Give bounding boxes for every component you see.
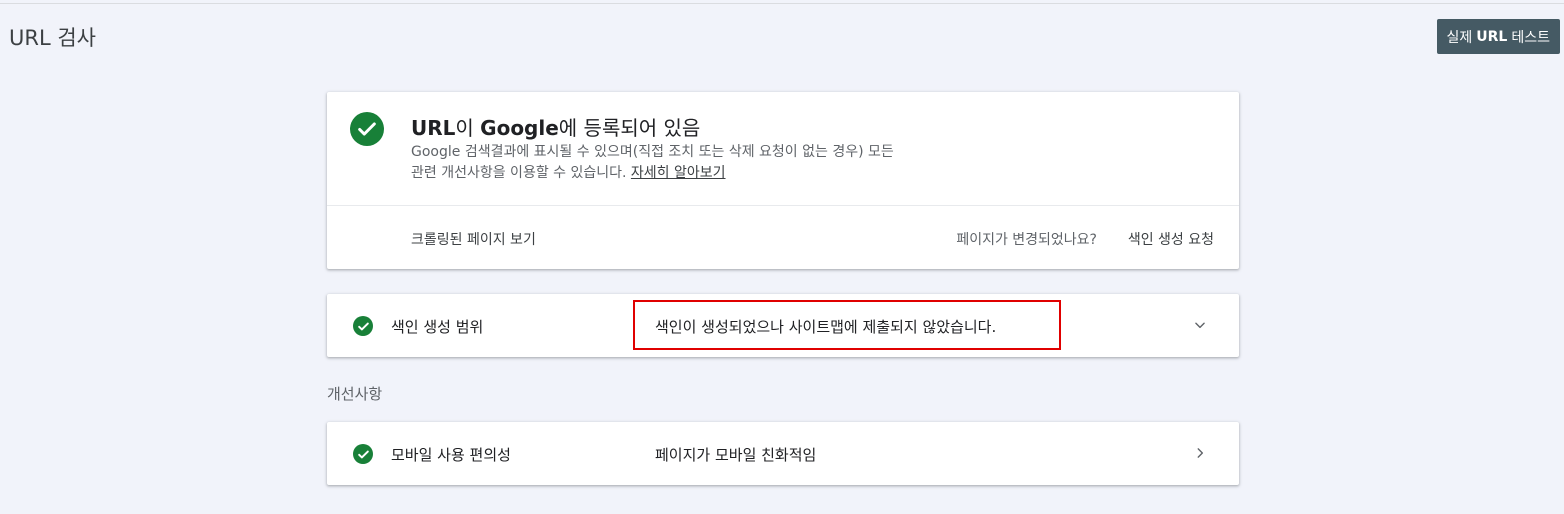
headline-part2: 에 등록되어 있음 bbox=[558, 116, 701, 140]
chevron-down-icon[interactable] bbox=[1189, 314, 1211, 336]
headline-google: Google bbox=[480, 116, 559, 140]
description-line2-wrap: 관련 개선사항을 이용할 수 있습니다. 자세히 알아보기 bbox=[411, 163, 1011, 184]
coverage-label: 색인 생성 범위 bbox=[391, 318, 484, 336]
status-headline: URL이 Google에 등록되어 있음 bbox=[411, 112, 700, 141]
test-button-label-bold: URL bbox=[1476, 28, 1508, 45]
status-actions: 크롤링된 페이지 보기 페이지가 변경되었나요? 색인 생성 요청 bbox=[327, 206, 1239, 269]
mobile-usability-value: 페이지가 모바일 친화적임 bbox=[655, 446, 817, 464]
check-circle-icon bbox=[353, 316, 373, 336]
coverage-row[interactable]: 색인 생성 범위 색인이 생성되었으나 사이트맵에 제출되지 않았습니다. bbox=[327, 294, 1239, 357]
test-button-label-pre: 실제 bbox=[1446, 29, 1473, 46]
test-live-url-button[interactable]: 실제 URL 테스트 bbox=[1436, 19, 1560, 54]
index-status-card: URL이 Google에 등록되어 있음 Google 검색결과에 표시될 수 … bbox=[327, 92, 1239, 269]
page-title: URL 검사 bbox=[9, 26, 96, 50]
check-circle-icon bbox=[350, 112, 384, 146]
chevron-right-icon[interactable] bbox=[1189, 442, 1211, 464]
description-line2: 관련 개선사항을 이용할 수 있습니다. bbox=[411, 165, 627, 181]
coverage-value: 색인이 생성되었으나 사이트맵에 제출되지 않았습니다. bbox=[655, 318, 997, 336]
headline-part1: 이 bbox=[455, 116, 481, 140]
learn-more-link[interactable]: 자세히 알아보기 bbox=[631, 165, 726, 181]
status-description: Google 검색결과에 표시될 수 있으며(직접 조치 또는 삭제 요청이 없… bbox=[411, 142, 1011, 184]
mobile-usability-label: 모바일 사용 편의성 bbox=[391, 446, 511, 464]
check-circle-icon bbox=[353, 444, 373, 464]
headline-url: URL bbox=[411, 116, 456, 140]
request-indexing-button[interactable]: 색인 생성 요청 bbox=[1128, 229, 1214, 249]
status-summary: URL이 Google에 등록되어 있음 Google 검색결과에 표시될 수 … bbox=[327, 92, 1239, 205]
mobile-usability-row[interactable]: 모바일 사용 편의성 페이지가 모바일 친화적임 bbox=[327, 422, 1239, 485]
description-line1: Google 검색결과에 표시될 수 있으며(직접 조치 또는 삭제 요청이 없… bbox=[411, 144, 894, 160]
page-changed-question: 페이지가 변경되었나요? bbox=[956, 232, 1097, 248]
view-crawled-page-button[interactable]: 크롤링된 페이지 보기 bbox=[411, 229, 536, 249]
enhancements-section-label: 개선사항 bbox=[327, 385, 383, 403]
top-divider bbox=[0, 3, 1564, 4]
test-button-label-post: 테스트 bbox=[1511, 29, 1550, 46]
